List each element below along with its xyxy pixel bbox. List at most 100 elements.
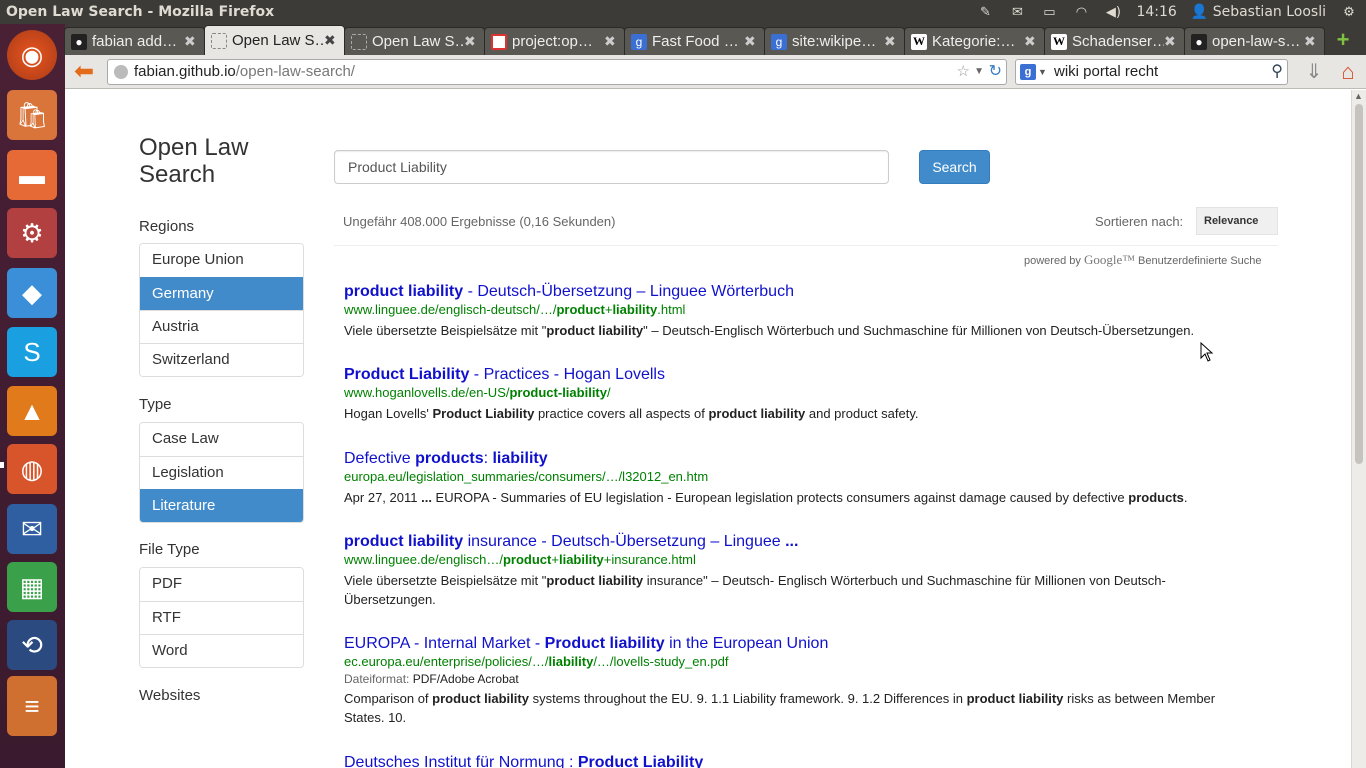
result-title[interactable]: Deutsches Institut für Normung : Product…: [344, 753, 1244, 768]
tab[interactable]: ● fabian add… ✖: [64, 27, 205, 55]
close-tab-icon[interactable]: ✖: [1024, 33, 1038, 50]
web-search-value: wiki portal recht: [1054, 63, 1159, 80]
dropbox-icon[interactable]: ◆: [7, 268, 57, 318]
close-tab-icon[interactable]: ✖: [324, 32, 338, 49]
clock[interactable]: 14:16: [1136, 4, 1176, 20]
tab[interactable]: g Fast Food … ✖: [624, 27, 765, 55]
highlighted-term: products: [415, 450, 484, 467]
result-title[interactable]: product liability - Deutsch-Übersetzung …: [344, 282, 1244, 301]
scroll-up-icon[interactable]: ▲: [1354, 91, 1363, 101]
wifi-icon[interactable]: ◠: [1072, 5, 1090, 20]
search-result: Product Liability - Practices - Hogan Lo…: [344, 365, 1244, 423]
filter-item-germany[interactable]: Germany: [140, 277, 303, 310]
tab[interactable]: project:op… ✖: [484, 27, 625, 55]
vlc-icon[interactable]: ▲: [7, 386, 57, 436]
web-search-bar[interactable]: g ▼ wiki portal recht ⚲: [1015, 59, 1288, 85]
tab-label: Kategorie:…: [932, 33, 1016, 50]
text-segment: and product safety.: [805, 406, 919, 421]
text-segment: europa.eu/legislation_summaries/consumer…: [344, 469, 709, 484]
tab[interactable]: ● open-law-s… ✖: [1184, 27, 1325, 55]
filter-heading-file-type: File Type: [139, 541, 200, 558]
filter-item-pdf[interactable]: PDF: [140, 568, 303, 601]
close-tab-icon[interactable]: ✖: [744, 33, 758, 50]
text-segment: systems throughout the EU. 9. 1.1 Liabil…: [528, 691, 967, 706]
text-segment: /…/lovells-study_en.pdf: [593, 654, 729, 669]
result-title[interactable]: product liability insurance - Deutsch-Üb…: [344, 532, 1244, 551]
close-tab-icon[interactable]: ✖: [884, 33, 898, 50]
user-menu[interactable]: 👤 Sebastian Loosli: [1191, 4, 1326, 20]
edit-icon[interactable]: ✎: [976, 5, 994, 20]
close-tab-icon[interactable]: ✖: [1164, 33, 1178, 50]
filter-item-literature[interactable]: Literature: [140, 489, 303, 522]
ubuntu-logo-icon[interactable]: ◉: [7, 30, 57, 80]
search-input[interactable]: Product Liability: [334, 150, 889, 184]
gear-icon[interactable]: ⚙: [1340, 5, 1358, 20]
search-button[interactable]: Search: [919, 150, 990, 184]
close-tab-icon[interactable]: ✖: [184, 33, 198, 50]
search-result: EUROPA - Internal Market - Product liabi…: [344, 634, 1244, 727]
files-icon[interactable]: ▬: [7, 150, 57, 200]
text-segment: insurance - Deutsch-Übersetzung – Lingue…: [463, 533, 786, 550]
filter-item-rtf[interactable]: RTF: [140, 601, 303, 634]
firefox-icon[interactable]: ◍: [7, 444, 57, 494]
tab-active[interactable]: Open Law S… ✖: [204, 25, 345, 55]
skype-icon[interactable]: S: [7, 327, 57, 377]
result-title[interactable]: EUROPA - Internal Market - Product liabi…: [344, 634, 1244, 653]
home-icon[interactable]: ⌂: [1335, 59, 1361, 85]
window-title: Open Law Search - Mozilla Firefox: [6, 4, 275, 20]
launcher: ◉ 🛍 ▬ ⚙ ◆ S ▲ ◍ ✉ ▦ ⟲ ≡: [0, 24, 65, 768]
history-dropdown-icon[interactable]: ▼: [974, 60, 984, 84]
system-settings-icon[interactable]: ⚙: [7, 208, 57, 258]
highlighted-term: product liability: [966, 691, 1064, 706]
stacked-apps-icon[interactable]: ≡: [7, 676, 57, 736]
filter-item-legislation[interactable]: Legislation: [140, 456, 303, 489]
text-segment: .: [1183, 490, 1188, 505]
google-icon[interactable]: g: [1020, 64, 1036, 80]
text-segment: www.linguee.de/englisch…/: [344, 552, 503, 567]
result-title[interactable]: Product Liability - Practices - Hogan Lo…: [344, 365, 1244, 384]
url-bar[interactable]: fabian.github.io/open-law-search/ ☆ ▼ ↻: [107, 59, 1007, 85]
reload-icon[interactable]: ↻: [989, 60, 1002, 84]
bookmark-star-icon[interactable]: ☆: [957, 60, 970, 84]
tab[interactable]: g site:wikipe… ✖: [764, 27, 905, 55]
filter-item-word[interactable]: Word: [140, 634, 303, 667]
filter-item-austria[interactable]: Austria: [140, 310, 303, 343]
back-button[interactable]: ⬅: [71, 59, 97, 85]
new-tab-button[interactable]: +: [1331, 27, 1355, 52]
software-center-icon[interactable]: 🛍: [7, 90, 57, 140]
filter-item-switzerland[interactable]: Switzerland: [140, 343, 303, 376]
close-tab-icon[interactable]: ✖: [1304, 33, 1318, 50]
powered-suffix: Benutzerdefinierte Suche: [1138, 255, 1262, 267]
thunderbird-icon[interactable]: ✉: [7, 504, 57, 554]
engine-dropdown-icon[interactable]: ▼: [1038, 60, 1047, 84]
close-tab-icon[interactable]: ✖: [604, 33, 618, 50]
downloads-icon[interactable]: ⇓: [1301, 59, 1327, 85]
tab[interactable]: W Schadenser… ✖: [1044, 27, 1185, 55]
sync-icon[interactable]: ⟲: [7, 620, 57, 670]
spreadsheet-icon[interactable]: ▦: [7, 562, 57, 612]
vertical-scrollbar[interactable]: ▲: [1351, 90, 1366, 768]
result-url: europa.eu/legislation_summaries/consumer…: [344, 468, 1244, 485]
text-segment: ec.europa.eu/enterprise/policies/…/: [344, 654, 549, 669]
tab-label: Open Law S…: [232, 32, 324, 49]
result-title[interactable]: Defective products: liability: [344, 449, 1244, 468]
site-identity-icon[interactable]: [114, 65, 128, 79]
filter-item-case-law[interactable]: Case Law: [140, 423, 303, 456]
search-icon[interactable]: ⚲: [1271, 60, 1283, 84]
page-content: Open Law Search Regions Europe Union Ger…: [65, 90, 1351, 768]
filter-item-europe-union[interactable]: Europe Union: [140, 244, 303, 277]
text-segment: +: [551, 552, 559, 567]
result-snippet: Viele übersetzte Beispielsätze mit "prod…: [344, 321, 1244, 340]
tab[interactable]: Open Law S… ✖: [344, 27, 485, 55]
tab-label: Schadenser…: [1072, 33, 1164, 50]
volume-icon[interactable]: ◀): [1104, 5, 1122, 20]
battery-icon[interactable]: ▭: [1040, 5, 1058, 20]
sort-select[interactable]: Relevance: [1196, 207, 1278, 235]
mail-icon[interactable]: ✉: [1008, 5, 1026, 20]
highlighted-term: liability: [612, 302, 658, 317]
tab[interactable]: W Kategorie:… ✖: [904, 27, 1045, 55]
highlighted-term: ...: [785, 533, 799, 550]
close-tab-icon[interactable]: ✖: [464, 33, 478, 50]
scrollbar-thumb[interactable]: [1355, 104, 1363, 464]
highlighted-term: product liability: [708, 406, 806, 421]
